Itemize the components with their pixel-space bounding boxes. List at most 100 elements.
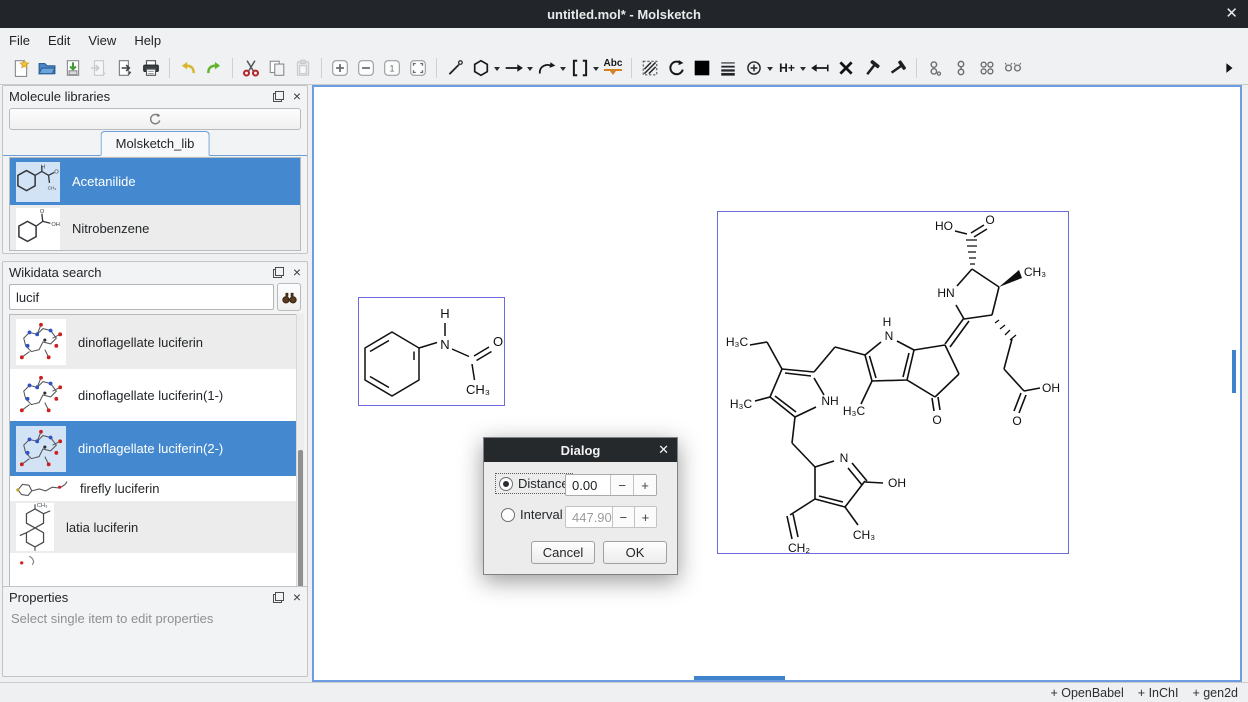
copy-icon <box>268 59 286 77</box>
copy-button[interactable] <box>264 55 290 81</box>
redo-button[interactable] <box>201 55 227 81</box>
zoom-fit-button[interactable] <box>405 55 431 81</box>
line-width-button[interactable] <box>715 55 741 81</box>
libraries-refresh-button[interactable] <box>9 108 301 130</box>
zoom-fit-icon <box>409 59 427 77</box>
libraries-close-icon[interactable]: × <box>293 91 301 102</box>
zoom-out-button[interactable] <box>353 55 379 81</box>
interval-value[interactable]: 447.90 <box>566 507 612 527</box>
hydrogen-tool-dropdown[interactable] <box>800 67 806 74</box>
list-item-dinoflagellate-luciferin-1[interactable]: dinoflagellate luciferin(1-) <box>10 369 300 421</box>
interval-increment-button[interactable]: + <box>634 507 656 527</box>
charge-tool-dropdown[interactable] <box>767 67 773 74</box>
draw-bond-tool[interactable] <box>442 55 468 81</box>
new-document-button[interactable] <box>8 55 34 81</box>
list-item-firefly-luciferin[interactable]: firefly luciferin <box>10 476 300 501</box>
menu-view[interactable]: View <box>79 31 125 50</box>
menu-edit[interactable]: Edit <box>39 31 79 50</box>
chain-tool-2[interactable] <box>948 55 974 81</box>
libraries-float-icon[interactable] <box>273 91 284 102</box>
svg-text:H₃C: H₃C <box>843 404 866 418</box>
mechanism-tool-2[interactable] <box>885 55 911 81</box>
selection-box-acetanilide[interactable]: H N O CH₃ <box>358 297 505 406</box>
zoom-out-icon <box>357 59 375 77</box>
hydrogen-tool-icon: H+ <box>779 61 795 75</box>
ring-tool[interactable] <box>468 55 494 81</box>
list-item-dinoflagellate-luciferin[interactable]: dinoflagellate luciferin <box>10 315 300 369</box>
list-item-acetanilide[interactable]: Acetanilide <box>10 158 300 205</box>
save-button[interactable] <box>60 55 86 81</box>
curved-arrow-dropdown[interactable] <box>560 67 566 74</box>
interval-decrement-button[interactable]: − <box>612 507 634 527</box>
molecule-thumbnail <box>16 319 66 365</box>
color-swatch-button[interactable] <box>689 55 715 81</box>
reaction-arrow-tool[interactable] <box>501 55 527 81</box>
distance-value[interactable]: 0.00 <box>566 475 610 495</box>
properties-float-icon[interactable] <box>273 592 284 603</box>
svg-text:OH: OH <box>888 476 906 490</box>
charge-tool[interactable] <box>741 55 767 81</box>
import-button[interactable] <box>86 55 112 81</box>
distance-spinbox[interactable]: 0.00 − + <box>565 474 657 496</box>
ring-tool-dropdown[interactable] <box>494 67 500 74</box>
list-item-nitrobenzene[interactable]: Nitrobenzene <box>10 205 300 251</box>
zoom-original-button[interactable]: 1 <box>379 55 405 81</box>
distance-radio-group[interactable]: Distance <box>496 474 572 493</box>
zoom-in-icon <box>331 59 349 77</box>
drawing-canvas[interactable]: H N O CH₃ <box>312 85 1242 682</box>
zoom-in-button[interactable] <box>327 55 353 81</box>
dialog-close-icon[interactable]: ✕ <box>658 442 669 458</box>
print-button[interactable] <box>138 55 164 81</box>
distance-radio[interactable] <box>499 477 513 491</box>
bracket-tool-dropdown[interactable] <box>593 67 599 74</box>
hatch-selection-tool[interactable] <box>637 55 663 81</box>
distance-decrement-button[interactable]: − <box>610 475 633 495</box>
rotate-tool[interactable] <box>663 55 689 81</box>
properties-close-icon[interactable]: × <box>293 592 301 603</box>
hydrogen-tool[interactable]: H+ <box>774 55 800 81</box>
distance-label: Distance <box>518 476 569 491</box>
arrow-tool-dropdown[interactable] <box>527 67 533 74</box>
interval-row: Interval <box>501 507 563 522</box>
wikidata-panel-header: Wikidata search × <box>3 262 307 282</box>
mechanism-tool-1[interactable] <box>859 55 885 81</box>
chain-tool-1[interactable] <box>922 55 948 81</box>
canvas-hscroll-thumb[interactable] <box>694 676 785 680</box>
chain-tool-4[interactable] <box>1000 55 1026 81</box>
wikidata-close-icon[interactable]: × <box>293 267 301 278</box>
dialog-window[interactable]: Dialog ✕ Distance 0.00 − + Interval 447.… <box>483 437 678 575</box>
lone-pair-tool[interactable] <box>807 55 833 81</box>
interval-spinbox[interactable]: 447.90 − + <box>565 506 657 528</box>
list-item-dinoflagellate-luciferin-2[interactable]: dinoflagellate luciferin(2-) <box>10 421 300 476</box>
cut-button[interactable] <box>238 55 264 81</box>
cancel-button[interactable]: Cancel <box>531 541 595 564</box>
chain-tool-3[interactable] <box>974 55 1000 81</box>
paste-button[interactable] <box>290 55 316 81</box>
menu-help[interactable]: Help <box>125 31 170 50</box>
open-file-button[interactable] <box>34 55 60 81</box>
list-item-latia-luciferin[interactable]: latia luciferin <box>10 501 300 553</box>
delete-tool[interactable] <box>833 55 859 81</box>
ok-button[interactable]: OK <box>603 541 667 564</box>
search-input[interactable] <box>9 284 274 310</box>
selection-box-luciferin[interactable]: HO O CH₃ HN H N H₃C H₃C NH H₃C O OH O N … <box>717 211 1069 554</box>
mechanism-arrow-tool[interactable] <box>534 55 560 81</box>
text-tool[interactable]: Abc <box>600 55 626 81</box>
menu-file[interactable]: File <box>0 31 39 50</box>
toolbar-extension-button[interactable] <box>1216 55 1242 81</box>
export-button[interactable] <box>112 55 138 81</box>
acetanilide-structure[interactable]: H N O CH₃ <box>359 298 504 405</box>
tab-molsketch-lib[interactable]: Molsketch_lib <box>101 131 210 156</box>
wikidata-float-icon[interactable] <box>273 267 284 278</box>
window-close-icon[interactable]: ✕ <box>1225 4 1238 22</box>
distance-increment-button[interactable]: + <box>633 475 656 495</box>
undo-button[interactable] <box>175 55 201 81</box>
canvas-vscroll-thumb[interactable] <box>1232 350 1236 393</box>
import-icon <box>90 59 108 77</box>
dialog-title-bar[interactable]: Dialog ✕ <box>484 438 677 462</box>
interval-radio[interactable] <box>501 508 515 522</box>
search-button[interactable] <box>277 283 301 311</box>
bracket-tool[interactable] <box>567 55 593 81</box>
list-item-partial[interactable] <box>10 553 300 567</box>
luciferin-structure[interactable]: HO O CH₃ HN H N H₃C H₃C NH H₃C O OH O N … <box>718 212 1068 553</box>
